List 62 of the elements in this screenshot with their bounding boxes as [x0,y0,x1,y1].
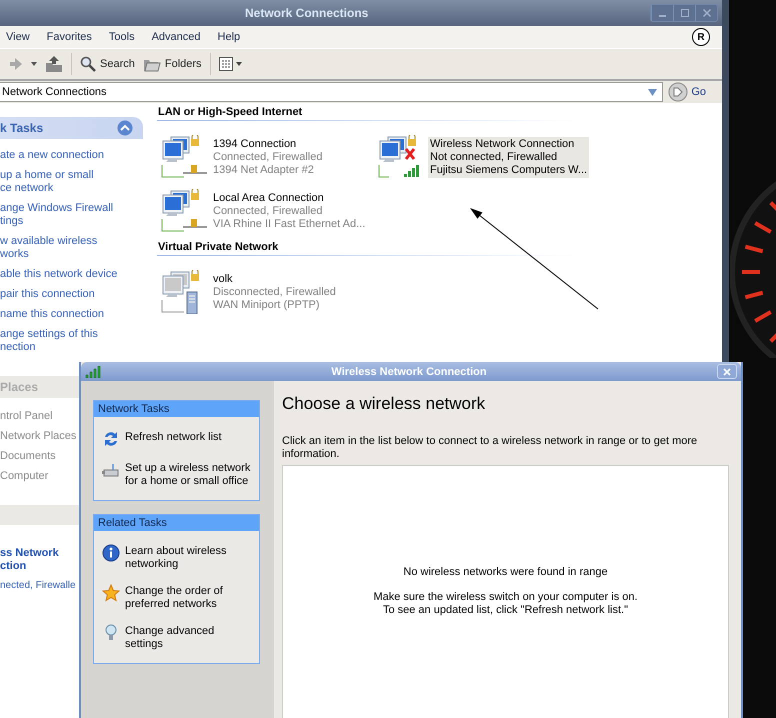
connection-item[interactable]: volk Disconnected, Firewalled WAN Miniport (PPTP) [211,272,338,313]
logo: R [692,28,710,46]
connection-item[interactable]: Local Area Connection Connected, Firewalled VIA Rhine II Fast Ethernet Ad... [211,191,368,232]
window-title: Wireless Network Connection [330,366,488,378]
collapse-icon [117,120,133,136]
section-heading: LAN or High-Speed Internet [157,106,578,121]
task-link[interactable]: Refresh network list [125,431,222,444]
menu-item[interactable]: Advanced [152,31,210,43]
hint-text: Make sure the wireless switch on your computer is on. [373,591,638,604]
dropdown-button[interactable] [28,60,40,68]
menu-item[interactable]: Tools [108,31,144,43]
folders-button[interactable]: Folders [140,54,205,74]
refresh-icon [102,430,120,448]
minimize-icon [659,15,666,17]
menu-item[interactable]: View [6,31,39,43]
network-list[interactable]: No wireless networks were found in range Make sure the wireless switch on your computer is on. To see an updated list, click "Refresh network list." [282,465,729,718]
task-link[interactable]: ate a new connection [0,149,104,162]
search-icon [80,56,96,72]
task-link[interactable]: Change advanced settings [125,625,214,651]
task-link[interactable]: w available wireless works [0,235,98,261]
caret-icon [31,62,37,66]
maximize-icon [680,9,688,17]
task-link[interactable]: Set up a wireless network for a home or small office [125,462,250,488]
menu-item[interactable]: Favorites [46,31,101,43]
router-icon [102,461,120,479]
address-field[interactable]: Network Connections [0,82,664,102]
star-icon [102,584,120,602]
forward-arrow-icon [7,56,23,72]
panel-title: k Tasks [0,121,44,135]
details-status: nected, Firewalle [0,579,76,592]
details-name: ss Network ction [0,547,59,573]
task-link[interactable]: ange Windows Firewall tings [0,202,114,228]
menu-item[interactable]: Help [218,31,250,43]
instruction-text: Click an item in the list below to connect to a wireless network in range or to get more information. [282,435,698,461]
info-icon [102,544,120,562]
network-computers-icon [161,135,207,179]
grid-view-icon [218,57,243,71]
task-link[interactable]: up a home or small ce network [0,169,94,195]
task-link[interactable]: name this connection [0,308,104,321]
task-link[interactable]: pair this connection [0,288,95,301]
task-link[interactable]: Learn about wireless networking [125,545,227,571]
connection-item[interactable]: Wireless Network Connection Not connected, Firewalled Fujitsu Siemens Computers W... [428,137,590,178]
dialog-heading: Choose a wireless network [282,393,486,415]
task-link[interactable]: able this network device [0,268,118,281]
go-button[interactable]: Go [663,82,722,102]
close-icon [702,9,710,17]
signal-bars-icon [85,366,101,378]
section-heading: Virtual Private Network [157,241,578,256]
network-computers-icon [161,189,207,233]
panel-header[interactable]: k Tasks [0,117,143,139]
task-link[interactable]: ange settings of this nection [0,328,98,354]
folder-up-icon [45,55,63,73]
window-title: Network Connections [245,6,368,20]
connection-item[interactable]: 1394 Connection Connected, Firewalled 1394 Net Adapter #2 [211,137,324,178]
panel-title: Related Tasks [94,515,259,531]
panel-title: Network Tasks [94,401,259,417]
task-link[interactable]: Change the order of preferred networks [125,585,223,611]
empty-message: No wireless networks were found in range [403,566,608,578]
hint-text: To see an updated list, click "Refresh network list." [382,604,629,617]
search-button[interactable]: Search [77,54,138,74]
close-icon [722,366,732,376]
dropdown-arrow-icon [648,88,658,96]
